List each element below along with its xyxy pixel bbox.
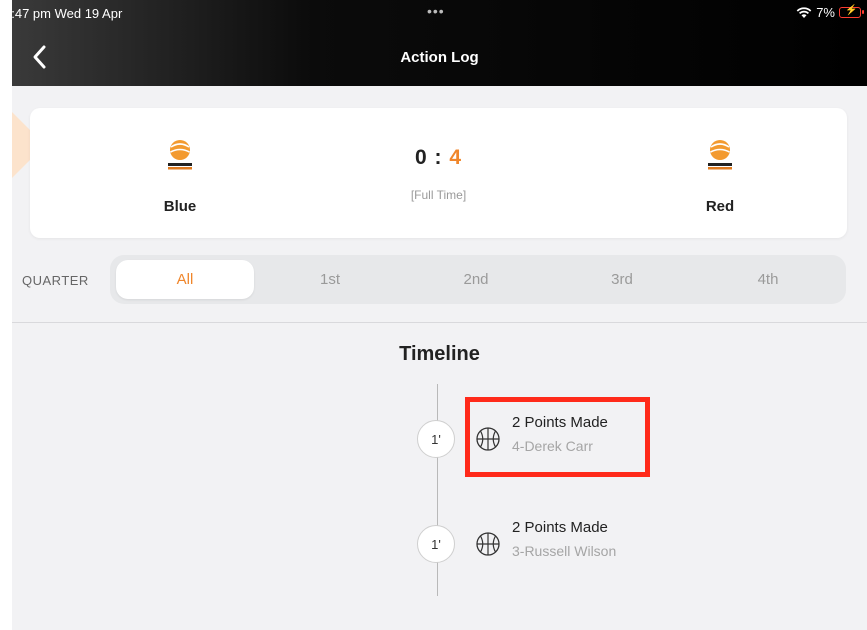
app-screen: 2:47 pm Wed 19 Apr ••• 7% ⚡ Action Log B… — [12, 0, 867, 630]
event-minute: 1' — [417, 420, 455, 458]
divider — [12, 322, 867, 323]
tab-3rd[interactable]: 3rd — [553, 260, 691, 299]
tab-1st[interactable]: 1st — [261, 260, 399, 299]
tab-2nd[interactable]: 2nd — [407, 260, 545, 299]
basketball-icon — [476, 532, 500, 556]
battery-percent: 7% — [816, 5, 835, 20]
score-card: Blue 0 : 4 [Full Time] Red — [30, 108, 847, 238]
timeline-title: Timeline — [399, 343, 480, 365]
wifi-icon — [796, 6, 812, 18]
battery-icon: ⚡ — [839, 5, 864, 18]
score-separator: : — [434, 146, 443, 169]
home-score: 0 — [414, 146, 428, 169]
away-team: Red — [660, 138, 780, 215]
tab-4th[interactable]: 4th — [699, 260, 837, 299]
quarter-label: QUARTER — [22, 273, 89, 288]
event-minute: 1' — [417, 525, 455, 563]
timeline-event[interactable]: 1' 2 Points Made 3-Russell Wilson — [417, 505, 677, 565]
multitasking-dots[interactable]: ••• — [427, 3, 445, 19]
basketball-queensland-logo — [708, 140, 732, 170]
highlight-annotation-box — [465, 397, 650, 477]
quarter-filter: QUARTER All 1st 2nd 3rd 4th — [12, 255, 867, 305]
top-bar: 2:47 pm Wed 19 Apr ••• 7% ⚡ Action Log — [12, 0, 867, 86]
event-player: 3-Russell Wilson — [512, 543, 617, 559]
tab-all[interactable]: All — [116, 260, 254, 299]
page-title: Action Log — [400, 49, 479, 66]
quarter-segmented-control: All 1st 2nd 3rd 4th — [110, 255, 846, 304]
away-score: 4 — [449, 146, 463, 169]
event-title: 2 Points Made — [512, 519, 608, 536]
status-time: 2:47 pm Wed 19 Apr — [12, 6, 123, 21]
away-team-name: Red — [705, 198, 735, 215]
status-indicators: 7% ⚡ — [796, 5, 864, 20]
